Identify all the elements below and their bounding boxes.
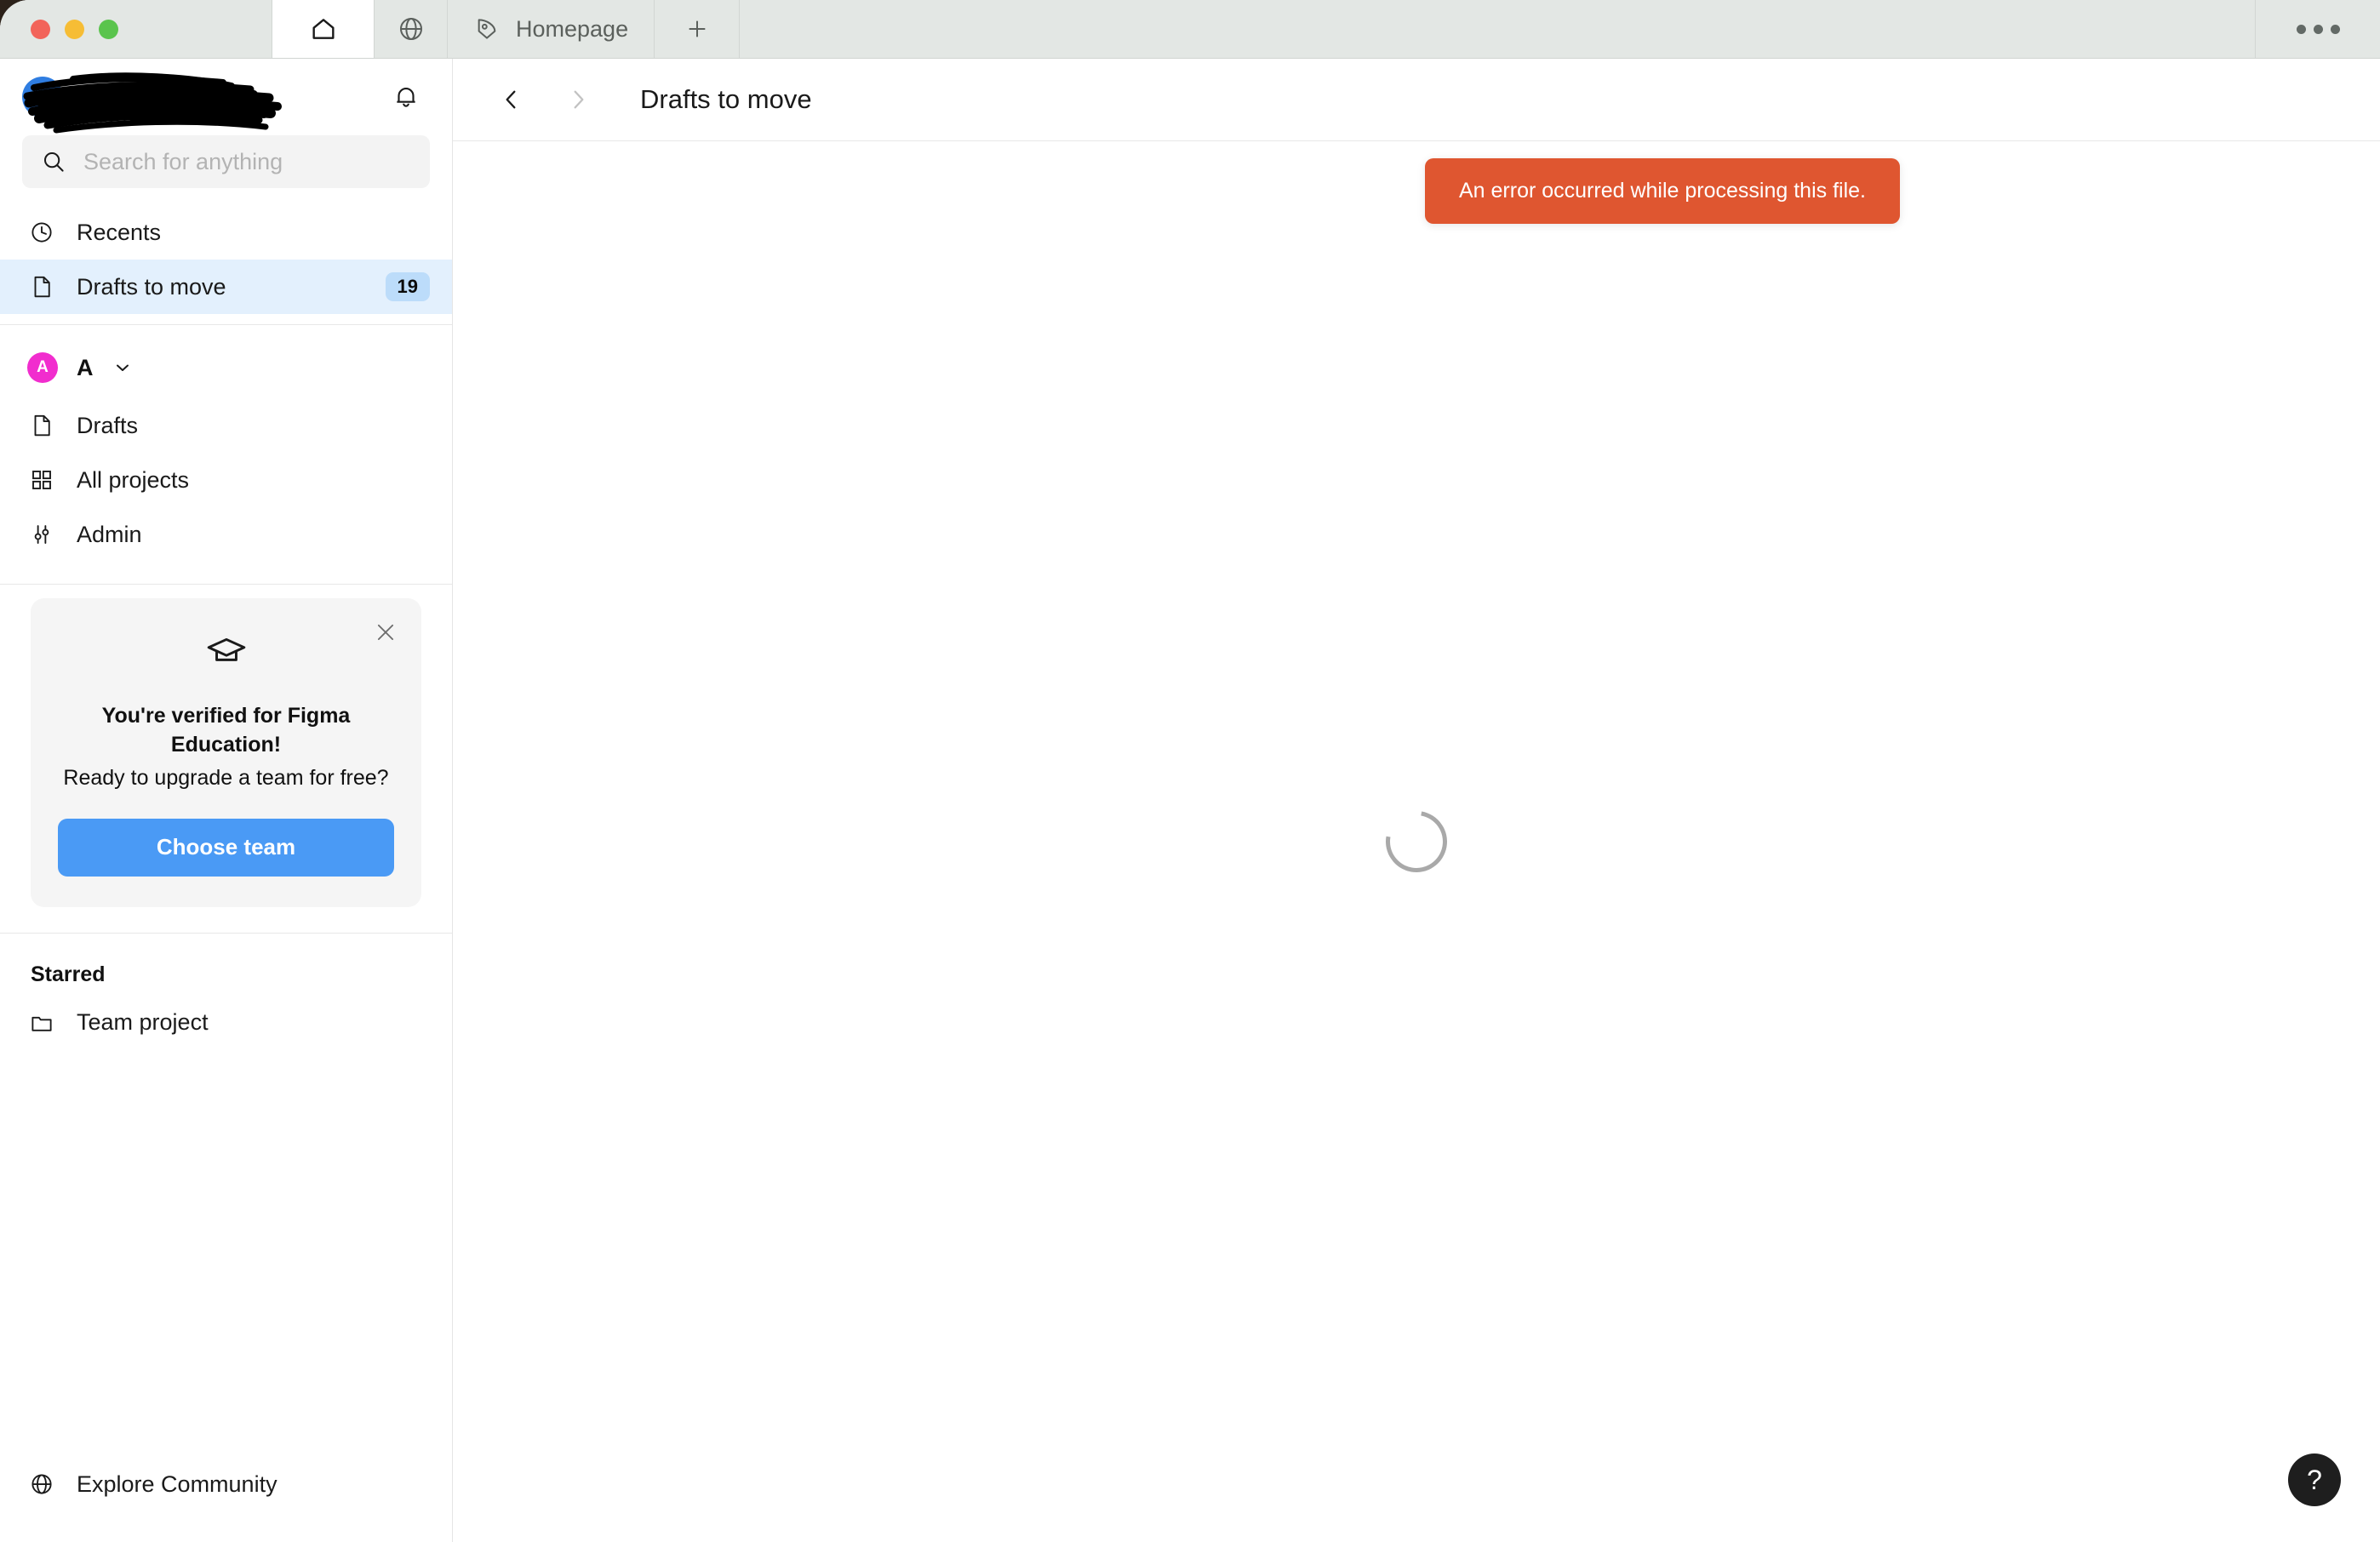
explore-community-button[interactable]: Explore Community (22, 1457, 430, 1511)
tab-home[interactable] (272, 0, 375, 58)
figma-pen-icon (473, 15, 501, 43)
app-window: Homepage Search for anything Recents Dra… (0, 0, 2380, 1542)
search-box[interactable] (22, 135, 430, 188)
maximize-window-button[interactable] (99, 19, 118, 39)
main-content: Drafts to move An error occurred while p… (453, 59, 2380, 1542)
sidebar-item-admin[interactable]: Admin (0, 507, 452, 562)
file-icon (27, 274, 56, 300)
redaction-scribble (23, 72, 282, 134)
explore-community-label: Explore Community (77, 1471, 277, 1497)
sidebar-item-label: Recents (77, 219, 162, 245)
starred-list: Team project (0, 996, 452, 1050)
account-switcher[interactable] (22, 59, 382, 135)
education-card-subtitle: Ready to upgrade a team for free? (63, 765, 389, 790)
back-button[interactable] (487, 75, 536, 124)
body: Recents Drafts to move 19 A A (0, 59, 2380, 1542)
starred-item-team-project[interactable]: Team project (0, 996, 452, 1050)
sidebar-item-all-projects[interactable]: All projects (0, 453, 452, 507)
ellipsis-dot (2330, 24, 2340, 34)
tab-homepage[interactable]: Homepage (448, 0, 655, 58)
chevron-right-icon (564, 86, 592, 113)
ellipsis-dot (2296, 24, 2306, 34)
education-card-title: You're verified for Figma Education! (101, 704, 351, 757)
close-icon (373, 620, 398, 645)
search-input[interactable] (83, 148, 411, 175)
starred-section-title: Starred (31, 962, 106, 986)
close-education-card-button[interactable] (367, 614, 404, 651)
tab-homepage-label: Homepage (516, 15, 629, 42)
window-controls (0, 0, 272, 58)
team-switcher[interactable]: A A (0, 337, 452, 398)
globe-icon (27, 1471, 56, 1497)
home-icon (310, 15, 337, 43)
bell-icon (392, 83, 421, 111)
window-menu-button[interactable] (2256, 0, 2380, 58)
clock-icon (27, 220, 56, 245)
folder-icon (27, 1010, 56, 1036)
tab-community[interactable] (375, 0, 448, 58)
choose-team-button[interactable]: Choose team (58, 818, 394, 877)
sidebar: Recents Drafts to move 19 A A (0, 59, 453, 1542)
status-badge: 19 (385, 272, 430, 301)
file-canvas: ? (453, 141, 2380, 1542)
chevron-down-icon (112, 357, 133, 378)
titlebar: Homepage (0, 0, 2380, 59)
team-avatar: A (27, 352, 58, 383)
team-name: A (77, 354, 94, 380)
team-nav: Drafts All projects Admin (0, 398, 452, 562)
graduation-cap-icon (58, 631, 394, 673)
error-toast: An error occurred while processing this … (1425, 158, 1900, 224)
help-button[interactable]: ? (2288, 1453, 2341, 1506)
chevron-left-icon (498, 86, 525, 113)
file-icon (27, 413, 56, 438)
search-section (0, 135, 452, 195)
sidebar-item-drafts[interactable]: Drafts (0, 398, 452, 453)
list-item-label: Team project (77, 1009, 209, 1035)
notifications-button[interactable] (382, 73, 430, 121)
sidebar-item-label: Admin (77, 521, 142, 547)
titlebar-spacer (740, 0, 2256, 58)
minimize-window-button[interactable] (65, 19, 84, 39)
education-card-wrap: You're verified for Figma Education! Rea… (0, 585, 452, 907)
sidebar-item-label: Drafts (77, 412, 139, 438)
new-tab-button[interactable] (655, 0, 741, 58)
page-title: Drafts to move (640, 84, 812, 114)
close-window-button[interactable] (31, 19, 50, 39)
education-card: You're verified for Figma Education! Rea… (31, 598, 421, 907)
divider (0, 324, 452, 325)
loading-spinner (1373, 798, 1460, 885)
primary-nav: Recents Drafts to move 19 (0, 195, 452, 314)
sidebar-footer: Explore Community (0, 1457, 452, 1542)
avatar (22, 77, 63, 117)
sidebar-header (0, 59, 452, 135)
ellipsis-dot (2313, 24, 2323, 34)
sidebar-item-label: All projects (77, 466, 190, 493)
sidebar-item-drafts-to-move[interactable]: Drafts to move 19 (0, 260, 452, 314)
globe-icon (398, 15, 425, 43)
main-header: Drafts to move (453, 59, 2380, 141)
sidebar-item-label: Drafts to move (77, 273, 226, 300)
search-icon (41, 149, 66, 174)
sidebar-item-recents[interactable]: Recents (0, 205, 452, 260)
forward-button[interactable] (553, 75, 603, 124)
plus-icon (684, 15, 711, 43)
grid-icon (27, 467, 56, 493)
sliders-icon (27, 522, 56, 547)
